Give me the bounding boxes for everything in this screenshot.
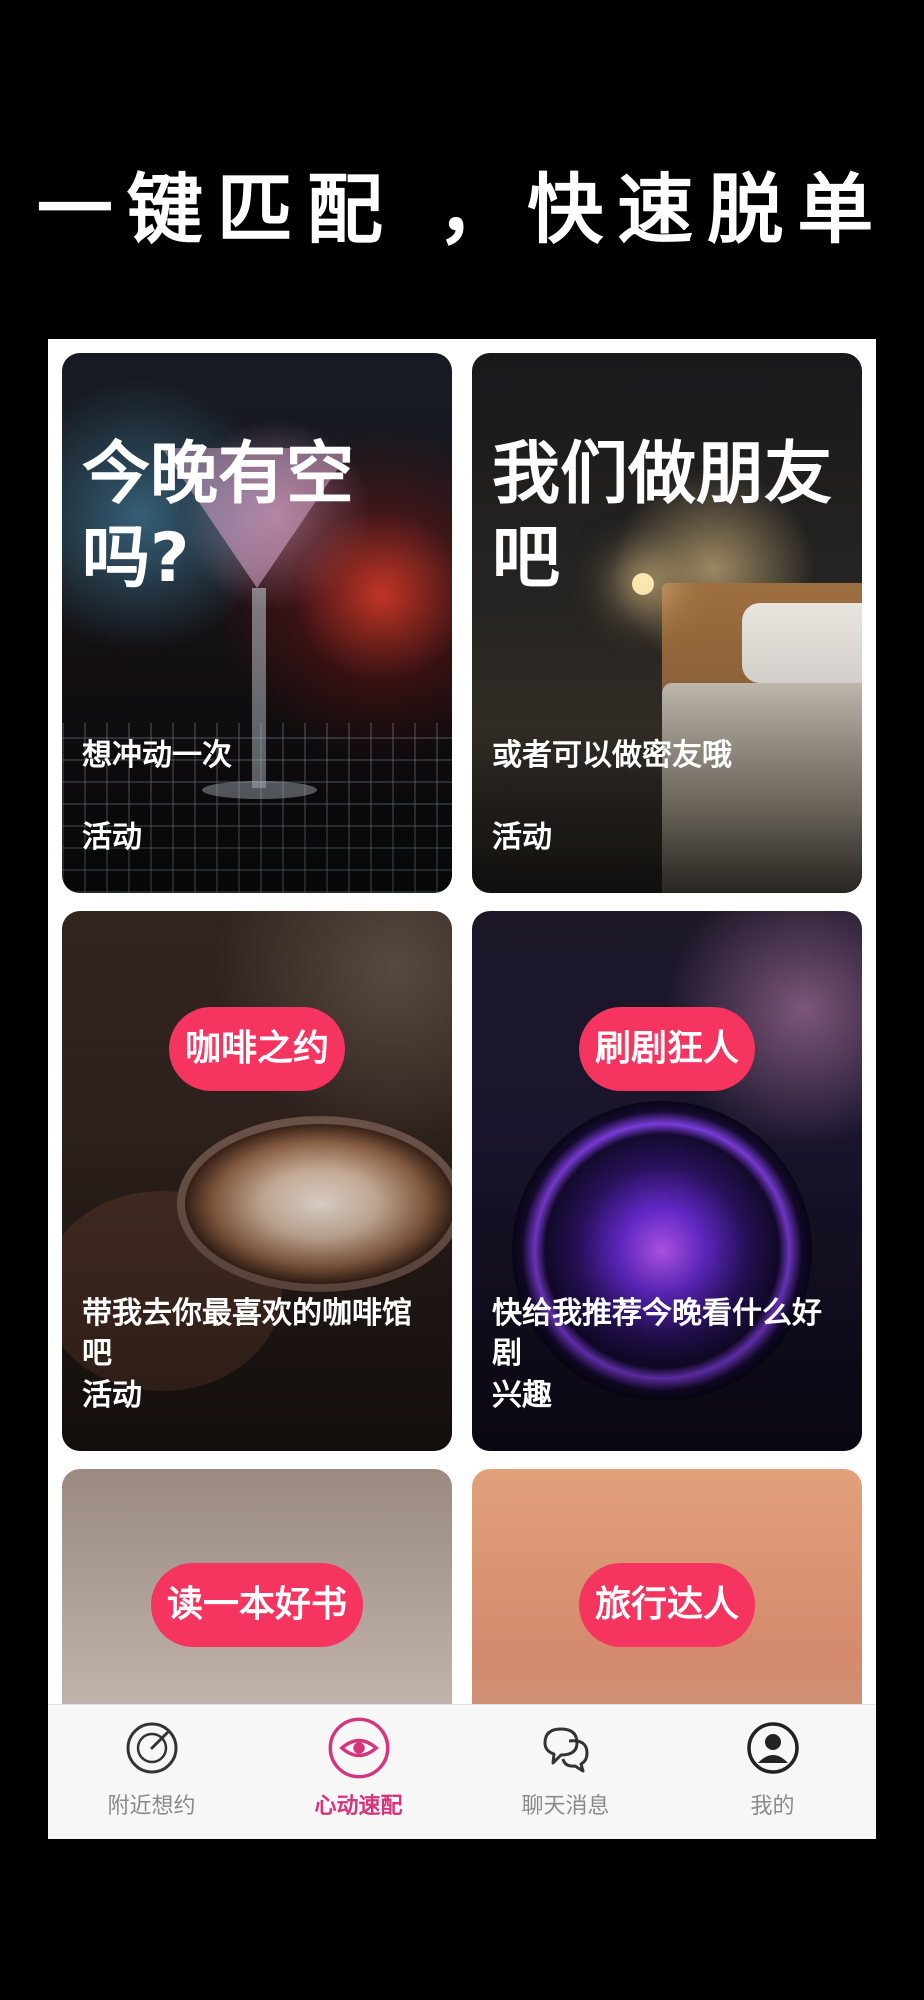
tab-quick-match[interactable]: 心动速配	[255, 1705, 462, 1839]
headline: 一键匹配 ，快速脱单	[36, 165, 888, 254]
card-tag: 活动	[82, 1378, 142, 1413]
card-binge-watcher[interactable]: 刷剧狂人 快给我推荐今晚看什么好剧 兴趣	[472, 911, 862, 1451]
app-screen: 今晚有空吗? 想冲动一次 活动 我们做朋友吧 或者可以做密友哦 活动 咖啡之约 …	[48, 339, 876, 1839]
card-tag: 活动	[82, 820, 142, 855]
tab-label: 我的	[750, 1794, 795, 1819]
tab-profile[interactable]: 我的	[669, 1705, 876, 1839]
tab-messages[interactable]: 聊天消息	[462, 1705, 669, 1839]
profile-icon	[746, 1722, 799, 1774]
card-coffee-date[interactable]: 咖啡之约 带我去你最喜欢的咖啡馆吧 活动	[62, 911, 452, 1451]
card-tonight-free[interactable]: 今晚有空吗? 想冲动一次 活动	[62, 353, 452, 893]
card-description: 想冲动一次	[82, 738, 232, 773]
chat-bubbles-icon	[543, 1727, 588, 1773]
category-pill: 读一本好书	[150, 1563, 364, 1647]
card-description: 快给我推荐今晚看什么好剧	[492, 1296, 822, 1371]
card-description: 或者可以做密友哦	[492, 738, 732, 773]
tab-label: 聊天消息	[521, 1794, 610, 1819]
eye-icon	[328, 1717, 389, 1779]
tab-label: 附近想约	[107, 1794, 196, 1819]
bottom-tab-bar: 附近想约 心动速配 聊天消息 我的	[48, 1704, 876, 1839]
radar-icon	[126, 1722, 177, 1774]
tab-nearby[interactable]: 附近想约	[48, 1705, 255, 1839]
card-title: 今晚有空吗?	[82, 435, 355, 598]
card-tag: 活动	[492, 820, 552, 855]
category-pill: 刷剧狂人	[578, 1007, 756, 1091]
category-pill: 旅行达人	[578, 1563, 756, 1647]
category-pill: 咖啡之约	[168, 1007, 346, 1091]
card-title: 我们做朋友吧	[492, 435, 833, 598]
card-be-friends[interactable]: 我们做朋友吧 或者可以做密友哦 活动	[472, 353, 862, 893]
card-tag: 兴趣	[492, 1378, 552, 1413]
tab-label: 心动速配	[314, 1794, 403, 1819]
card-description: 带我去你最喜欢的咖啡馆吧	[82, 1296, 412, 1371]
